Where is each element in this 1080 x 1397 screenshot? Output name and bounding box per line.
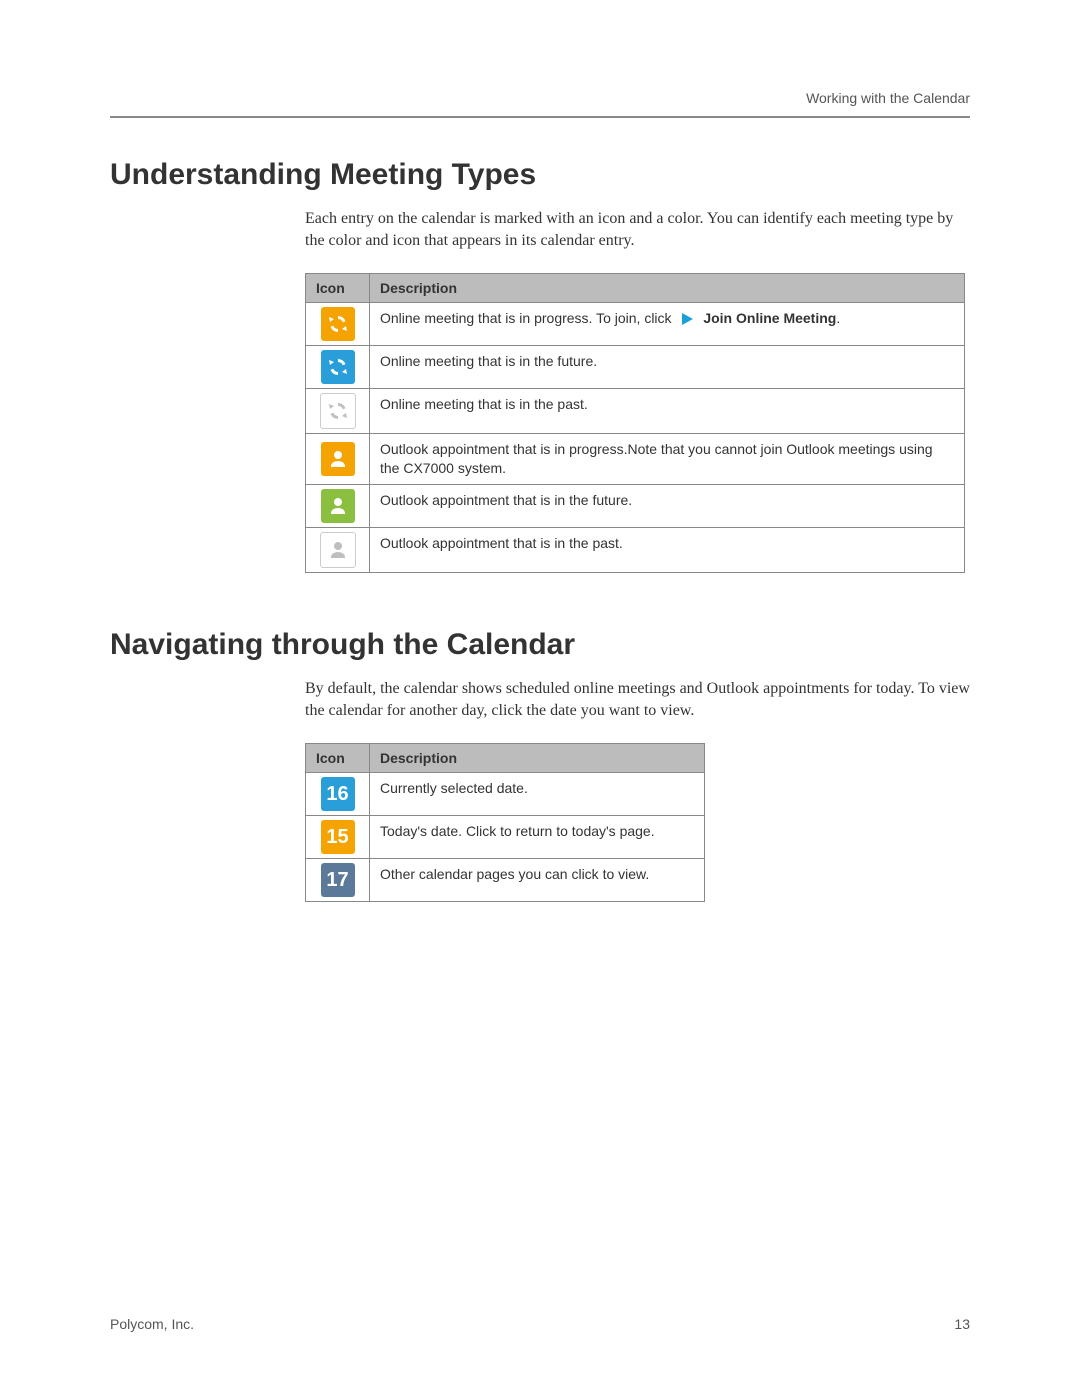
- join-online-meeting-label: Join Online Meeting: [703, 310, 836, 326]
- refresh-icon: [321, 350, 355, 384]
- footer-page-number: 13: [954, 1316, 970, 1332]
- person-icon: [320, 532, 356, 568]
- desc-text: Online meeting that is in progress. To j…: [380, 310, 672, 326]
- table-row: Online meeting that is in the future.: [306, 346, 965, 389]
- desc-suffix: .: [836, 310, 840, 326]
- table-row: Online meeting that is in progress. To j…: [306, 303, 965, 346]
- table-header-icon: Icon: [306, 744, 370, 773]
- footer-company: Polycom, Inc.: [110, 1316, 194, 1332]
- table-header-description: Description: [370, 274, 965, 303]
- table-row: Outlook appointment that is in the futur…: [306, 484, 965, 527]
- section1-intro: Each entry on the calendar is marked wit…: [305, 208, 970, 251]
- table-row: Outlook appointment that is in the past.: [306, 527, 965, 572]
- table-cell-description: Today's date. Click to return to today's…: [370, 816, 705, 859]
- table-cell-description: Online meeting that is in the future.: [370, 346, 965, 389]
- table-row: Online meeting that is in the past.: [306, 389, 965, 434]
- page-footer: Polycom, Inc. 13: [110, 1316, 970, 1332]
- table-cell-description: Online meeting that is in progress. To j…: [370, 303, 965, 346]
- table-cell-description: Online meeting that is in the past.: [370, 389, 965, 434]
- table-row: 17 Other calendar pages you can click to…: [306, 859, 705, 902]
- table-header-description: Description: [370, 744, 705, 773]
- calendar-navigation-table: Icon Description 16 Currently selected d…: [305, 743, 705, 902]
- person-icon: [321, 442, 355, 476]
- table-row: Outlook appointment that is in progress.…: [306, 434, 965, 485]
- person-icon: [321, 489, 355, 523]
- table-header-icon: Icon: [306, 274, 370, 303]
- table-cell-description: Outlook appointment that is in progress.…: [370, 434, 965, 485]
- table-cell-description: Outlook appointment that is in the futur…: [370, 484, 965, 527]
- document-page: Working with the Calendar Understanding …: [0, 0, 1080, 1397]
- date-tile-icon: 16: [321, 777, 355, 811]
- date-tile-icon: 15: [321, 820, 355, 854]
- play-arrow-icon: [679, 311, 695, 327]
- table-cell-description: Other calendar pages you can click to vi…: [370, 859, 705, 902]
- refresh-icon: [321, 307, 355, 341]
- section-title-navigating: Navigating through the Calendar: [110, 628, 970, 662]
- running-header: Working with the Calendar: [110, 90, 970, 106]
- header-rule: [110, 116, 970, 118]
- table-cell-description: Currently selected date.: [370, 773, 705, 816]
- meeting-types-table: Icon Description Online meeting that is …: [305, 273, 965, 573]
- table-row: 15 Today's date. Click to return to toda…: [306, 816, 705, 859]
- section-title-understanding: Understanding Meeting Types: [110, 158, 970, 192]
- table-cell-description: Outlook appointment that is in the past.: [370, 527, 965, 572]
- table-row: 16 Currently selected date.: [306, 773, 705, 816]
- section2-intro: By default, the calendar shows scheduled…: [305, 678, 970, 721]
- refresh-icon: [320, 393, 356, 429]
- date-tile-icon: 17: [321, 863, 355, 897]
